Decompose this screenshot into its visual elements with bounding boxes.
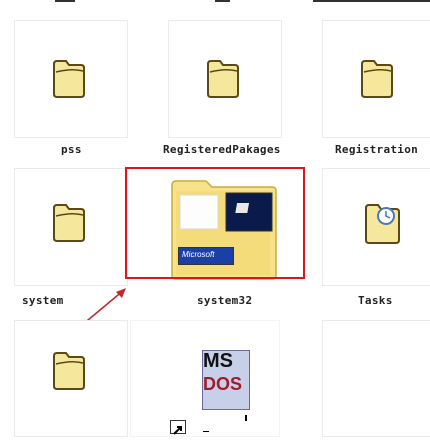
ms-dos-icon[interactable]: MS DOS xyxy=(198,348,252,410)
ms-dos-text-line2: DOS xyxy=(203,374,243,394)
top-edge-fragment-1 xyxy=(55,0,75,2)
folder-label: system xyxy=(22,294,64,307)
shortcut-arrow-icon xyxy=(170,420,186,435)
folder-label: system32 xyxy=(197,294,253,307)
folder-label: Registration xyxy=(335,143,419,156)
folder-icon xyxy=(53,204,85,242)
selection-highlight xyxy=(125,167,305,279)
ms-dos-text-line1: MS xyxy=(203,350,233,372)
folder-icon xyxy=(207,60,239,98)
folder-label: RegisteredPakages xyxy=(163,143,281,156)
small-mark xyxy=(203,431,209,432)
folder-icon xyxy=(53,352,85,390)
folder-label: pss xyxy=(61,143,82,156)
top-edge-fragment-2 xyxy=(215,0,230,2)
small-mark xyxy=(245,415,247,421)
tasks-folder-icon xyxy=(365,204,400,244)
folder-tile-row3-3[interactable] xyxy=(322,320,430,437)
folder-label: Tasks xyxy=(358,294,393,307)
folder-icon xyxy=(53,60,85,98)
folder-icon xyxy=(361,60,393,98)
top-edge-fragment-3 xyxy=(313,0,430,2)
